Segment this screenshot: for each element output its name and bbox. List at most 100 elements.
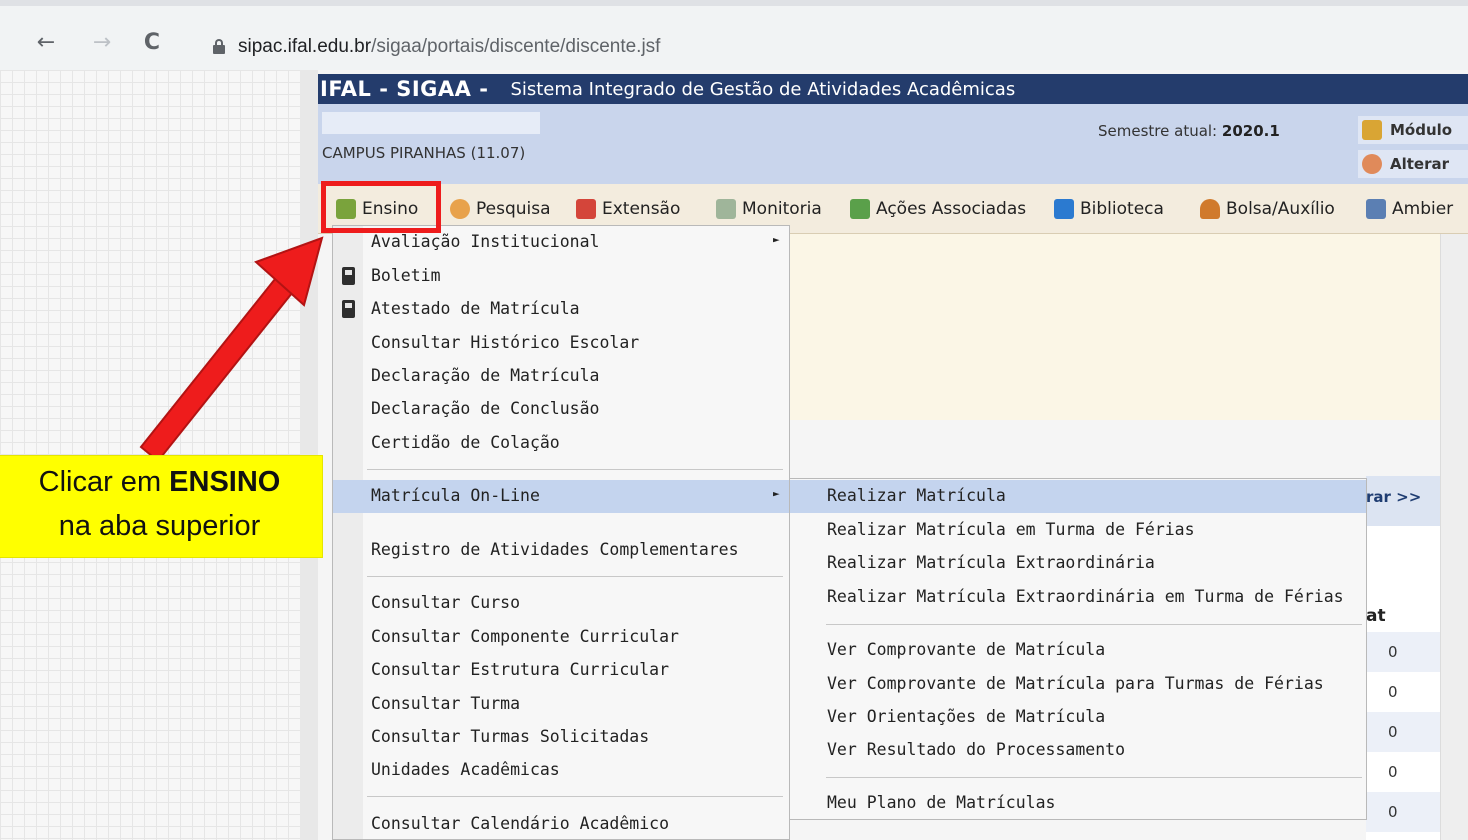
recycle-icon: [850, 199, 870, 219]
menu-item-declaracao-conclusao[interactable]: Declaração de Conclusão: [333, 393, 789, 426]
modulo-icon: [1362, 120, 1382, 140]
menu-pesquisa[interactable]: Pesquisa: [450, 196, 551, 222]
back-icon[interactable]: ←: [28, 26, 64, 62]
menu-item-comprovante-ferias[interactable]: Ver Comprovante de Matrícula para Turmas…: [790, 668, 1366, 701]
menu-biblioteca-label: Biblioteca: [1080, 199, 1164, 219]
menu-item-label: Realizar Matrícula Extraordinária: [827, 553, 1155, 572]
menu-item-matricula-online[interactable]: Matrícula On-Line ►: [333, 480, 789, 513]
document-icon: [342, 267, 355, 285]
menu-item-label: Atestado de Matrícula: [371, 299, 580, 318]
library-icon: [1054, 199, 1074, 219]
menu-item-label: Consultar Estrutura Curricular: [371, 660, 670, 679]
menu-item-matricula-extraordinaria-ferias[interactable]: Realizar Matrícula Extraordinária em Tur…: [790, 581, 1366, 614]
table-cell: 0: [1388, 723, 1398, 741]
menu-item-label: Consultar Componente Curricular: [371, 627, 679, 646]
forward-icon[interactable]: →: [84, 26, 120, 62]
menu-item-label: Unidades Acadêmicas: [371, 760, 560, 779]
menu-item-matricula-extraordinaria[interactable]: Realizar Matrícula Extraordinária: [790, 547, 1366, 580]
menu-item-atestado-matricula[interactable]: Atestado de Matrícula: [333, 293, 789, 326]
menu-acoes-label: Ações Associadas: [876, 199, 1027, 219]
heart-icon: [576, 199, 596, 219]
sigaa-subtitle: Sistema Integrado de Gestão de Atividade…: [510, 78, 1016, 100]
semester-label-text: Semestre atual:: [1098, 122, 1218, 140]
browser-toolbar: ← → C sipac.ifal.edu.br/sigaa/portais/di…: [0, 0, 1468, 70]
menu-item-turmas-solicitadas[interactable]: Consultar Turmas Solicitadas: [333, 721, 789, 754]
menu-monitoria-label: Monitoria: [742, 199, 822, 219]
menu-item-orientacoes-matricula[interactable]: Ver Orientações de Matrícula: [790, 701, 1366, 734]
menu-item-consultar-turma[interactable]: Consultar Turma: [333, 688, 789, 721]
menu-item-componente-curricular[interactable]: Consultar Componente Curricular: [333, 621, 789, 654]
menu-item-consultar-curso[interactable]: Consultar Curso: [333, 587, 789, 620]
menu-item-label: Declaração de Conclusão: [371, 399, 600, 418]
menu-item-comprovante-matricula[interactable]: Ver Comprovante de Matrícula: [790, 634, 1366, 667]
menu-item-label: Realizar Matrícula: [827, 486, 1006, 505]
menu-item-historico-escolar[interactable]: Consultar Histórico Escolar: [333, 327, 789, 360]
document-icon: [342, 300, 355, 318]
menu-pesquisa-label: Pesquisa: [476, 199, 551, 219]
portal-content-area: [790, 234, 1440, 420]
submenu-arrow-icon: ►: [773, 233, 780, 246]
lock-icon: [212, 39, 226, 55]
menu-item-label: Registro de Atividades Complementares: [371, 540, 739, 559]
semester-label: Semestre atual: 2020.1: [1098, 122, 1280, 140]
menu-item-declaracao-matricula[interactable]: Declaração de Matrícula: [333, 360, 789, 393]
menu-item-calendario-academico[interactable]: Consultar Calendário Acadêmico: [333, 808, 789, 840]
reload-icon[interactable]: C: [134, 26, 170, 62]
menu-item-label: Avaliação Institucional: [371, 232, 600, 251]
menu-item-unidades-academicas[interactable]: Unidades Acadêmicas: [333, 754, 789, 787]
menu-separator: [826, 777, 1362, 778]
menu-ambiente[interactable]: Ambier: [1366, 196, 1453, 222]
menu-item-boletim[interactable]: Boletim: [333, 260, 789, 293]
monitor-icon: [716, 199, 736, 219]
menu-item-label: Consultar Turma: [371, 694, 521, 713]
menu-item-realizar-matricula[interactable]: Realizar Matrícula: [790, 480, 1366, 513]
menu-monitoria[interactable]: Monitoria: [716, 196, 822, 222]
menu-item-matricula-ferias[interactable]: Realizar Matrícula em Turma de Férias: [790, 514, 1366, 547]
menu-item-label: Realizar Matrícula Extraordinária em Tur…: [827, 587, 1344, 606]
menu-extensao-label: Extensão: [602, 199, 681, 219]
menu-item-estrutura-curricular[interactable]: Consultar Estrutura Curricular: [333, 654, 789, 687]
table-row: 0: [1366, 752, 1440, 792]
menu-item-label: Ver Orientações de Matrícula: [827, 707, 1106, 726]
sigaa-title-bar: IFAL - SIGAA - Sistema Integrado de Gest…: [318, 74, 1468, 104]
menu-separator: [367, 576, 783, 577]
alterar-link[interactable]: Alterar: [1358, 150, 1468, 178]
menu-item-label: Certidão de Colação: [371, 433, 560, 452]
flask-icon: [450, 199, 470, 219]
callout-bold: ENSINO: [169, 466, 281, 498]
menu-item-plano-matriculas[interactable]: Meu Plano de Matrículas: [790, 787, 1366, 820]
right-table-fragment: rar >> at 0 0 0 0 0: [1366, 476, 1440, 840]
table-cell: 0: [1388, 803, 1398, 821]
menu-ambiente-label: Ambier: [1392, 199, 1454, 219]
menu-item-label: Meu Plano de Matrículas: [827, 793, 1056, 812]
scrollbar[interactable]: [1440, 234, 1468, 840]
semester-value: 2020.1: [1221, 122, 1280, 140]
menu-item-label: Ver Comprovante de Matrícula: [827, 640, 1106, 659]
menu-item-atividades-complementares[interactable]: Registro de Atividades Complementares: [333, 534, 789, 567]
menu-item-label: Consultar Curso: [371, 593, 521, 612]
table-row: 0: [1366, 792, 1440, 832]
menu-item-label: Consultar Histórico Escolar: [371, 333, 640, 352]
address-bar[interactable]: sipac.ifal.edu.br/sigaa/portais/discente…: [200, 28, 1468, 66]
menu-separator: [367, 796, 783, 797]
modulo-label: Módulo: [1390, 121, 1453, 139]
ensino-highlight-box: [321, 181, 441, 233]
url-text[interactable]: sipac.ifal.edu.br/sigaa/portais/discente…: [238, 36, 660, 58]
url-path: /sigaa/portais/discente/discente.jsf: [371, 36, 661, 57]
menu-item-certidao-colacao[interactable]: Certidão de Colação: [333, 427, 789, 460]
table-row: 0: [1366, 672, 1440, 712]
menu-extensao[interactable]: Extensão: [576, 196, 680, 222]
annotation-callout: Clicar em ENSINO na aba superior: [0, 455, 323, 558]
table-row: 0: [1366, 712, 1440, 752]
menu-acoes-associadas[interactable]: Ações Associadas: [850, 196, 1026, 222]
menu-biblioteca[interactable]: Biblioteca: [1054, 196, 1164, 222]
right-table-link[interactable]: rar >>: [1366, 488, 1421, 506]
callout-prefix: Clicar em: [38, 466, 170, 498]
menu-bolsa-label: Bolsa/Auxílio: [1226, 199, 1335, 219]
matricula-online-submenu: Realizar Matrícula Realizar Matrícula em…: [789, 478, 1367, 820]
menu-item-label: Realizar Matrícula em Turma de Férias: [827, 520, 1195, 539]
menu-item-label: Consultar Turmas Solicitadas: [371, 727, 650, 746]
menu-bolsa-auxilio[interactable]: Bolsa/Auxílio: [1200, 196, 1335, 222]
menu-item-resultado-processamento[interactable]: Ver Resultado do Processamento: [790, 734, 1366, 767]
modulo-link[interactable]: Módulo: [1358, 116, 1468, 144]
